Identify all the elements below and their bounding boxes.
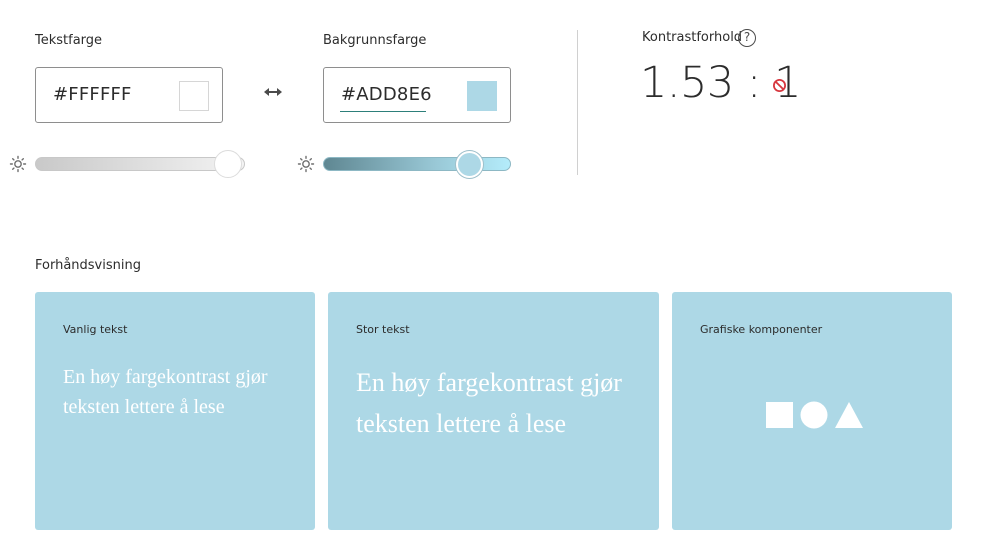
- help-icon[interactable]: ?: [738, 29, 756, 47]
- sun-icon: [9, 155, 27, 173]
- background-color-field[interactable]: #ADD8E6: [323, 67, 511, 123]
- circle-icon: [800, 401, 828, 429]
- sample-text-large: En høy fargekontrast gjør teksten letter…: [356, 368, 622, 438]
- sample-text-normal: En høy fargekontrast gjør teksten letter…: [63, 366, 268, 418]
- card-title: Grafiske komponenter: [700, 323, 823, 336]
- swap-icon[interactable]: [262, 84, 284, 100]
- background-color-swatch: [467, 81, 497, 111]
- focus-underline: [340, 111, 426, 112]
- preview-card-normal-text: Vanlig tekst En høy fargekontrast gjør t…: [35, 292, 315, 530]
- preview-card-graphics: Grafiske komponenter: [672, 292, 952, 530]
- background-color-value[interactable]: #ADD8E6: [341, 84, 432, 105]
- text-color-value[interactable]: #FFFFFF: [53, 84, 132, 105]
- text-color-label: Tekstfarge: [35, 33, 103, 48]
- preview-card-large-text: Stor tekst En høy fargekontrast gjør tek…: [328, 292, 659, 530]
- card-title: Stor tekst: [356, 323, 410, 336]
- text-brightness-thumb[interactable]: [214, 150, 242, 178]
- text-color-swatch: [179, 81, 209, 111]
- preview-heading: Forhåndsvisning: [35, 258, 141, 273]
- divider: [577, 30, 578, 175]
- background-brightness-thumb[interactable]: [456, 151, 483, 178]
- text-color-field[interactable]: #FFFFFF: [35, 67, 223, 123]
- contrast-label: Kontrastforhold: [642, 30, 743, 45]
- sun-icon: [297, 155, 315, 173]
- graphic-shapes: [766, 401, 863, 429]
- fail-icon: [773, 79, 786, 92]
- card-title: Vanlig tekst: [63, 323, 128, 336]
- square-icon: [766, 402, 793, 428]
- triangle-icon: [835, 402, 863, 428]
- background-color-label: Bakgrunnsfarge: [323, 33, 427, 48]
